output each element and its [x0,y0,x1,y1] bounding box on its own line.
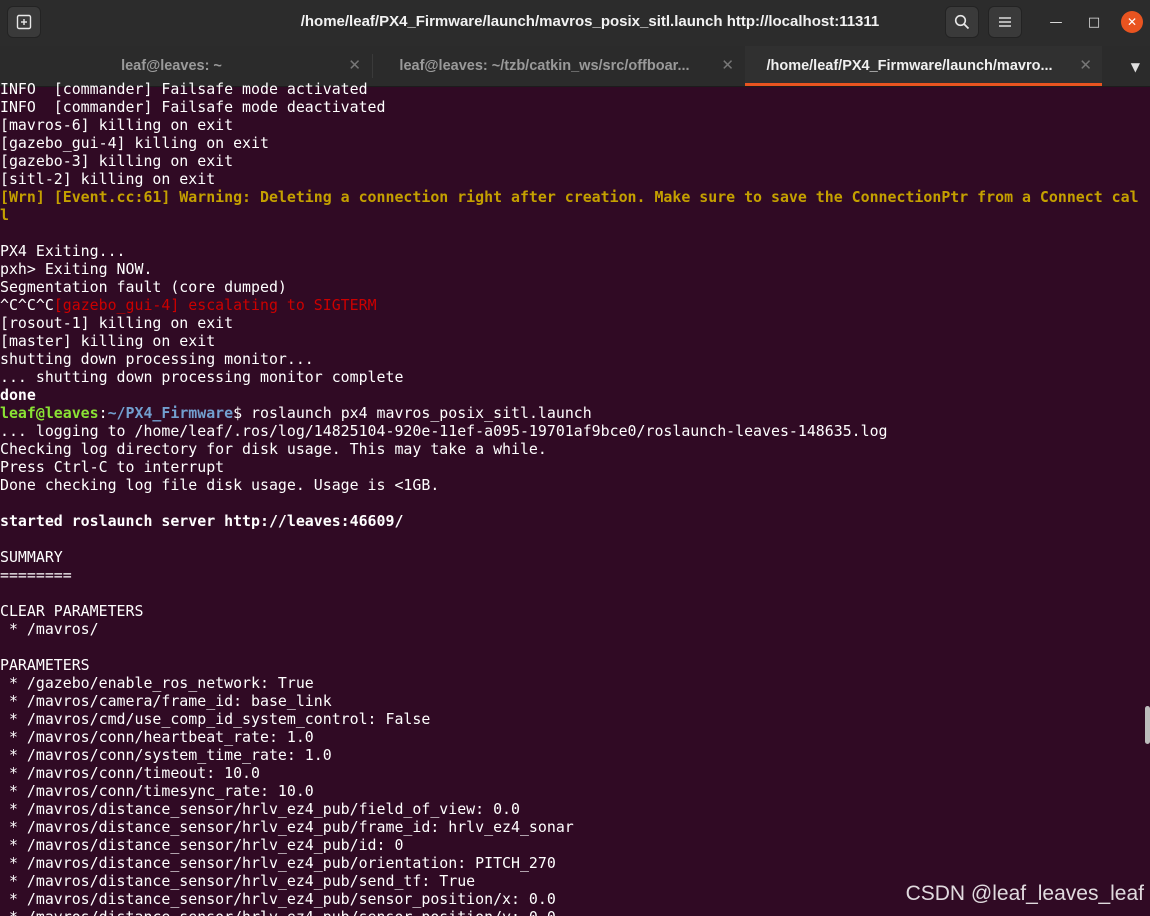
ctrl-c-echo: ^C^C^C [0,296,54,314]
header-bar: /home/leaf/PX4_Firmware/launch/mavros_po… [0,0,1150,47]
terminal-line: pxh> Exiting NOW. [0,260,153,278]
menu-button[interactable] [988,6,1022,38]
terminal-line: * /mavros/distance_sensor/hrlv_ez4_pub/s… [0,908,1150,916]
prompt-line: leaf@leaves:~/PX4_Firmware$ roslaunch px… [0,404,1150,422]
tab-label: leaf@leaves: ~ [121,58,222,74]
terminal-line: shutting down processing monitor... [0,350,314,368]
terminal-line: [master] killing on exit [0,332,216,350]
hamburger-menu-icon [999,17,1011,27]
terminal-line: * /mavros/cmd/use_comp_id_system_control… [0,710,431,728]
terminal-line: Segmentation fault (core dumped) [0,278,287,296]
terminal-line: * /mavros/conn/timeout: 10.0 [0,764,260,782]
terminal-line: * /mavros/distance_sensor/hrlv_ez4_pub/i… [0,836,404,854]
terminal-line: * /mavros/distance_sensor/hrlv_ez4_pub/f… [0,818,574,836]
terminal-line: PX4 Exiting... [0,242,126,260]
close-button[interactable]: ✕ [1121,11,1143,33]
terminal-line: * /gazebo/enable_ros_network: True [0,674,314,692]
terminal-line: [gazebo_gui-4] killing on exit [0,134,269,152]
terminal-line: started roslaunch server http://leaves:4… [0,512,404,530]
sigterm-message: [gazebo_gui-4] escalating to SIGTERM [53,296,377,314]
terminal-line: [rosout-1] killing on exit [0,314,234,332]
prompt-user-host: leaf@leaves [0,404,99,422]
prompt-colon: : [98,404,108,422]
new-tab-icon [16,14,32,30]
terminal-line: [mavros-6] killing on exit [0,116,234,134]
terminal-line: ... shutting down processing monitor com… [0,368,404,386]
terminal-line: PARAMETERS [0,656,90,674]
terminal-line: ^C^C^C[gazebo_gui-4] escalating to SIGTE… [0,296,1150,314]
new-tab-button[interactable] [7,6,41,38]
tab-close-icon[interactable]: ✕ [348,56,361,74]
tab-label: /home/leaf/PX4_Firmware/launch/mavro... [766,58,1053,74]
terminal-line: done [0,386,36,404]
terminal-line: * /mavros/distance_sensor/hrlv_ez4_pub/f… [0,800,520,818]
terminal-line: Press Ctrl-C to interrupt [0,458,225,476]
terminal-line: INFO [commander] Failsafe mode activated [0,80,368,98]
terminal-line: * /mavros/conn/heartbeat_rate: 1.0 [0,728,314,746]
warning-line: [Wrn] [Event.cc:61] Warning: Deleting a … [0,188,1139,206]
search-button[interactable] [945,6,979,38]
warning-line: l [0,206,9,224]
prompt-command: roslaunch px4 mavros_posix_sitl.launch [251,404,592,422]
terminal-line: * /mavros/distance_sensor/hrlv_ez4_pub/o… [0,854,556,872]
terminal-line: Checking log directory for disk usage. T… [0,440,547,458]
terminal-line: ======== [0,566,72,584]
terminal-line: * /mavros/conn/system_time_rate: 1.0 [0,746,332,764]
tab-label: leaf@leaves: ~/tzb/catkin_ws/src/offboar… [399,58,690,74]
window-title: /home/leaf/PX4_Firmware/launch/mavros_po… [300,13,880,30]
terminal-line: * /mavros/conn/timesync_rate: 10.0 [0,782,314,800]
scrollbar-thumb[interactable] [1145,706,1150,744]
terminal-line: * /mavros/ [0,620,99,638]
prompt-path: ~/PX4_Firmware [107,404,234,422]
maximize-button[interactable]: □ [1083,11,1105,33]
tab-close-icon[interactable]: ✕ [721,56,734,74]
prompt-symbol: $ [233,404,252,422]
tab-list-dropdown-icon[interactable]: ▼ [1131,60,1140,74]
terminal-line: SUMMARY [0,548,63,566]
terminal-output[interactable]: INFO [commander] Failsafe mode activated… [0,80,1150,916]
terminal-line: INFO [commander] Failsafe mode deactivat… [0,98,386,116]
terminal-line: Done checking log file disk usage. Usage… [0,476,440,494]
watermark: CSDN @leaf_leaves_leaf [905,882,1144,905]
terminal-line: ... logging to /home/leaf/.ros/log/14825… [0,422,888,440]
minimize-button[interactable]: — [1045,11,1067,33]
terminal-line: [sitl-2] killing on exit [0,170,216,188]
tab-close-icon[interactable]: ✕ [1079,56,1092,74]
search-icon [954,14,970,30]
terminal-line: * /mavros/camera/frame_id: base_link [0,692,332,710]
terminal-line: CLEAR PARAMETERS [0,602,144,620]
terminal-line: [gazebo-3] killing on exit [0,152,234,170]
